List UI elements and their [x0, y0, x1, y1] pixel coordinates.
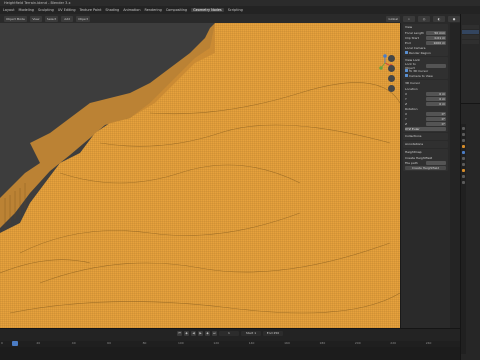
heightmap-section: Heightmap Create Heightfield File path C… [403, 149, 448, 171]
constraints-tab-icon[interactable] [462, 163, 465, 166]
object-menu[interactable]: Object [76, 15, 90, 22]
outliner-row[interactable] [462, 25, 479, 29]
sidebar-n-panel: View Focal Length 50 mm Clip Start 0.01 m … [400, 23, 450, 328]
camera-view-icon[interactable] [388, 75, 395, 82]
outliner[interactable] [461, 14, 480, 104]
clip-start-field[interactable]: 0.01 m [426, 35, 446, 40]
snap-icon[interactable]: ⌖ [403, 15, 415, 22]
proportional-edit-icon[interactable]: ◎ [418, 15, 430, 22]
3d-viewport[interactable] [0, 23, 400, 328]
cursor-ry-field[interactable]: 0° [426, 116, 446, 121]
playback-controls: ⏮ ◆ ◀ ▶ ◆ ⏭ 1 Start 1 End 250 [0, 329, 460, 338]
tool-tab-icon[interactable] [462, 127, 465, 130]
output-tab-icon[interactable] [462, 139, 465, 142]
cursor-z-field[interactable]: 0 m [426, 101, 446, 106]
view-menu[interactable]: View [29, 15, 42, 22]
outliner-row[interactable] [462, 35, 479, 39]
play-icon[interactable]: ▶ [198, 331, 203, 336]
terrain-mesh [0, 23, 400, 328]
tab-geometry-nodes[interactable]: Geometry Nodes [191, 8, 224, 12]
overlay-icon[interactable]: ◐ [433, 15, 445, 22]
jump-start-icon[interactable]: ⏮ [177, 331, 182, 336]
cursor-rz-field[interactable]: 0° [426, 121, 446, 126]
outliner-row-selected[interactable] [462, 30, 479, 34]
orientation-dropdown[interactable]: Global [386, 15, 400, 22]
to-3d-cursor-checkbox[interactable] [405, 68, 408, 72]
pan-icon[interactable] [388, 65, 395, 72]
object-tab-icon[interactable] [462, 145, 465, 148]
workspace-tabs: Layout Modeling Sculpting UV Editing Tex… [0, 6, 480, 14]
cursor-y-field[interactable]: 0 m [426, 96, 446, 101]
create-heightfield-button[interactable]: Create Heightfield [405, 166, 446, 170]
modifier-tab-icon[interactable] [462, 151, 465, 154]
tab-animation[interactable]: Animation [123, 8, 140, 12]
tab-texture-paint[interactable]: Texture Paint [80, 8, 102, 12]
3d-cursor-section: 3D Cursor Location X0 m Y0 m Z0 m Rotati… [403, 80, 448, 132]
properties-area [460, 14, 480, 360]
material-tab-icon[interactable] [462, 175, 465, 178]
tab-rendering[interactable]: Rendering [144, 8, 161, 12]
tab-sculpting[interactable]: Sculpting [38, 8, 54, 12]
view-lock-section: View Lock Lock to Object To 3D Cursor Ca… [403, 57, 448, 79]
camera-to-view-checkbox[interactable] [405, 73, 408, 77]
lock-object-field[interactable] [426, 63, 446, 68]
zoom-icon[interactable] [388, 55, 395, 62]
properties-tabs [461, 124, 466, 354]
tab-compositing[interactable]: Compositing [166, 8, 187, 12]
prev-keyframe-icon[interactable]: ◆ [184, 331, 189, 336]
next-keyframe-icon[interactable]: ◆ [205, 331, 210, 336]
end-frame-field[interactable]: End 250 [263, 331, 283, 336]
tab-layout[interactable]: Layout [3, 8, 15, 12]
tab-scripting[interactable]: Scripting [228, 8, 243, 12]
local-camera-label: Local Camera [405, 45, 426, 50]
tab-modeling[interactable]: Modeling [19, 8, 34, 12]
cursor-x-field[interactable]: 0 m [426, 91, 446, 96]
tab-shading[interactable]: Shading [105, 8, 119, 12]
clip-end-field[interactable]: 1000 m [426, 40, 446, 45]
render-region-checkbox[interactable] [405, 50, 408, 54]
physics-tab-icon[interactable] [462, 157, 465, 160]
current-frame-field[interactable]: 1 [219, 331, 239, 336]
focal-length-field[interactable]: 50 mm [426, 30, 446, 35]
rotation-mode-dropdown[interactable]: XYZ Euler [405, 126, 446, 131]
data-tab-icon[interactable] [462, 169, 465, 172]
ortho-toggle-icon[interactable] [388, 85, 395, 92]
annotations-section[interactable]: Annotations [403, 141, 448, 148]
select-menu[interactable]: Select [44, 15, 59, 22]
timeline-body[interactable] [0, 347, 460, 360]
outliner-row[interactable] [462, 40, 479, 44]
playhead[interactable] [12, 341, 18, 346]
viewport-header: Object Mode View Select Add Object Globa… [0, 14, 460, 23]
cursor-rx-field[interactable]: 0° [426, 111, 446, 116]
view-section: View Focal Length 50 mm Clip Start 0.01 m … [403, 24, 448, 56]
add-menu[interactable]: Add [61, 15, 74, 22]
texture-tab-icon[interactable] [462, 181, 465, 184]
render-tab-icon[interactable] [462, 133, 465, 136]
collections-section[interactable]: Collections [403, 133, 448, 140]
play-reverse-icon[interactable]: ◀ [191, 331, 196, 336]
start-frame-field[interactable]: Start 1 [241, 331, 261, 336]
mode-dropdown[interactable]: Object Mode [4, 15, 27, 22]
sidebar-tabs[interactable] [450, 23, 460, 328]
jump-end-icon[interactable]: ⏭ [212, 331, 217, 336]
shading-icon[interactable]: ● [448, 15, 460, 22]
timeline: ⏮ ◆ ◀ ▶ ◆ ⏭ 1 Start 1 End 250 0 20 40 60… [0, 328, 460, 360]
tab-uv-editing[interactable]: UV Editing [58, 8, 76, 12]
file-path-field[interactable] [426, 160, 446, 165]
